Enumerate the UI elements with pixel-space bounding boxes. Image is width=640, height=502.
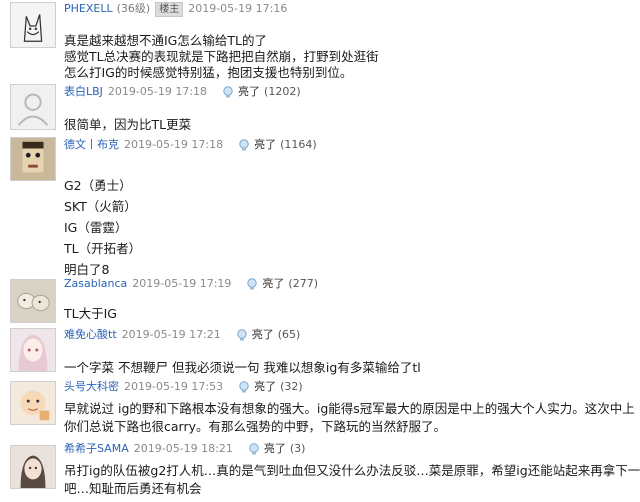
like-label: 亮了 [238,85,261,98]
username-link[interactable]: 头号大科密 [64,379,119,395]
character-avatar-icon [11,138,55,180]
comment-line: 感觉TL总决赛的表现就是下路把把自然崩，打野到处逛街 [64,49,379,64]
like-label: 亮了 [251,328,274,341]
like-count: (3) [289,442,306,455]
comment-meta: PHEXELL (36级) 楼主 2019-05-19 17:16 [64,1,287,17]
avatar[interactable] [10,2,56,48]
like-button[interactable]: 亮了 [237,137,276,153]
comment-meta: 希希子SAMA 2019-05-19 18:21 亮了 (3) [64,441,305,457]
user-level: (36级) [116,2,151,15]
timestamp: 2019-05-19 17:53 [124,380,224,393]
comment-line: G2（勇士） [64,178,132,193]
timestamp: 2019-05-19 17:18 [107,85,208,98]
comment-meta: 头号大科密 2019-05-19 17:53 亮了 (32) [64,379,303,395]
comment-line: 真是越来越想不通IG怎么输给TL的了 [64,33,267,48]
lightbulb-icon [223,86,233,98]
lightbulb-icon [237,329,247,341]
default-user-icon [11,85,55,129]
avatar[interactable] [10,84,56,130]
username-link[interactable]: PHEXELL [64,1,113,17]
like-count: (1164) [280,138,317,151]
lightbulb-icon [239,139,249,151]
like-label: 亮了 [262,277,285,290]
anime-girl-avatar-icon [11,329,55,371]
comment-line: 吊打ig的队伍被g2打人机…真的是气到吐血但又没什么办法反驳…菜是原罪，希望ig… [64,463,640,478]
timestamp: 2019-05-19 17:18 [124,138,224,151]
avatar[interactable] [10,445,56,489]
comment-line: 你们总说下路也很carry。有那么强势的中野，下路玩的当然舒服了。 [64,419,446,434]
avatar[interactable] [10,279,56,323]
like-label: 亮了 [254,380,277,393]
username-link[interactable]: 难免心酸tt [64,327,117,343]
comment-body: 很简单，因为比TL更菜 [64,117,640,133]
comment-line: 早就说过 ig的野和下路根本没有想象的强大。ig能得s冠军最大的原因是中上的强大… [64,401,635,416]
fox-avatar-icon [11,3,55,47]
lightbulb-icon [239,381,249,393]
comment-body: 一个字菜 不想鞭尸 但我必须说一句 我难以想象ig有多菜输给了tl [64,360,640,376]
comment-line: TL大于IG [64,306,117,321]
lightbulb-icon [249,443,259,455]
comment-meta: 难免心酸tt 2019-05-19 17:21 亮了 (65) [64,327,300,343]
avatar[interactable] [10,137,56,181]
baby-avatar-icon [11,382,55,424]
like-count: (32) [280,380,303,393]
comment-line: 怎么打IG的时候感觉特别猛，抱团支援也特别到位。 [64,65,353,80]
op-badge: 楼主 [155,1,184,17]
avatar[interactable] [10,381,56,425]
comment-line: TL（开拓者） [64,241,142,256]
comment-line: SKT（火箭） [64,199,137,214]
comment-meta: 德文丨布克 2019-05-19 17:18 亮了 (1164) [64,137,317,153]
comment-body: G2（勇士） SKT（火箭） IG（雷霆） TL（开拓者） 明白了8 [64,175,640,280]
username-link[interactable]: 希希子SAMA [64,441,129,457]
avatar[interactable] [10,328,56,372]
timestamp: 2019-05-19 17:19 [132,277,232,290]
like-count: (277) [288,277,319,290]
comment-body: 真是越来越想不通IG怎么输给TL的了 感觉TL总决赛的表现就是下路把把自然崩，打… [64,33,640,81]
comment-line: IG（雷霆） [64,220,128,235]
timestamp: 2019-05-19 17:16 [188,2,288,15]
username-link[interactable]: Zasablanca [64,276,127,292]
like-count: (65) [277,328,301,341]
username-link[interactable]: 德文丨布克 [64,137,119,153]
like-button[interactable]: 亮了 [245,276,284,292]
like-count: (1202) [264,85,301,98]
portrait-avatar-icon [11,446,55,488]
like-button[interactable]: 亮了 [221,84,260,100]
like-button[interactable]: 亮了 [237,379,276,395]
like-button[interactable]: 亮了 [235,327,274,343]
like-label: 亮了 [263,442,286,455]
lightbulb-icon [247,278,258,290]
comment-line: 一个字菜 不想鞭尸 但我必须说一句 我难以想象ig有多菜输给了tl [64,360,421,375]
comment-body: TL大于IG [64,306,640,322]
comment-meta: 表白LBJ 2019-05-19 17:18 亮了 (1202) [64,84,301,100]
like-label: 亮了 [254,138,277,151]
comment-body: 早就说过 ig的野和下路根本没有想象的强大。ig能得s冠军最大的原因是中上的强大… [64,400,640,436]
timestamp: 2019-05-19 18:21 [133,442,233,455]
watermark [550,484,636,500]
comment-line: 很简单，因为比TL更菜 [64,117,192,132]
username-link[interactable]: 表白LBJ [64,84,103,100]
timestamp: 2019-05-19 17:21 [121,328,221,341]
like-button[interactable]: 亮了 [247,441,286,457]
dog-avatar-icon [11,280,55,322]
comment-meta: Zasablanca 2019-05-19 17:19 亮了 (277) [64,276,318,292]
